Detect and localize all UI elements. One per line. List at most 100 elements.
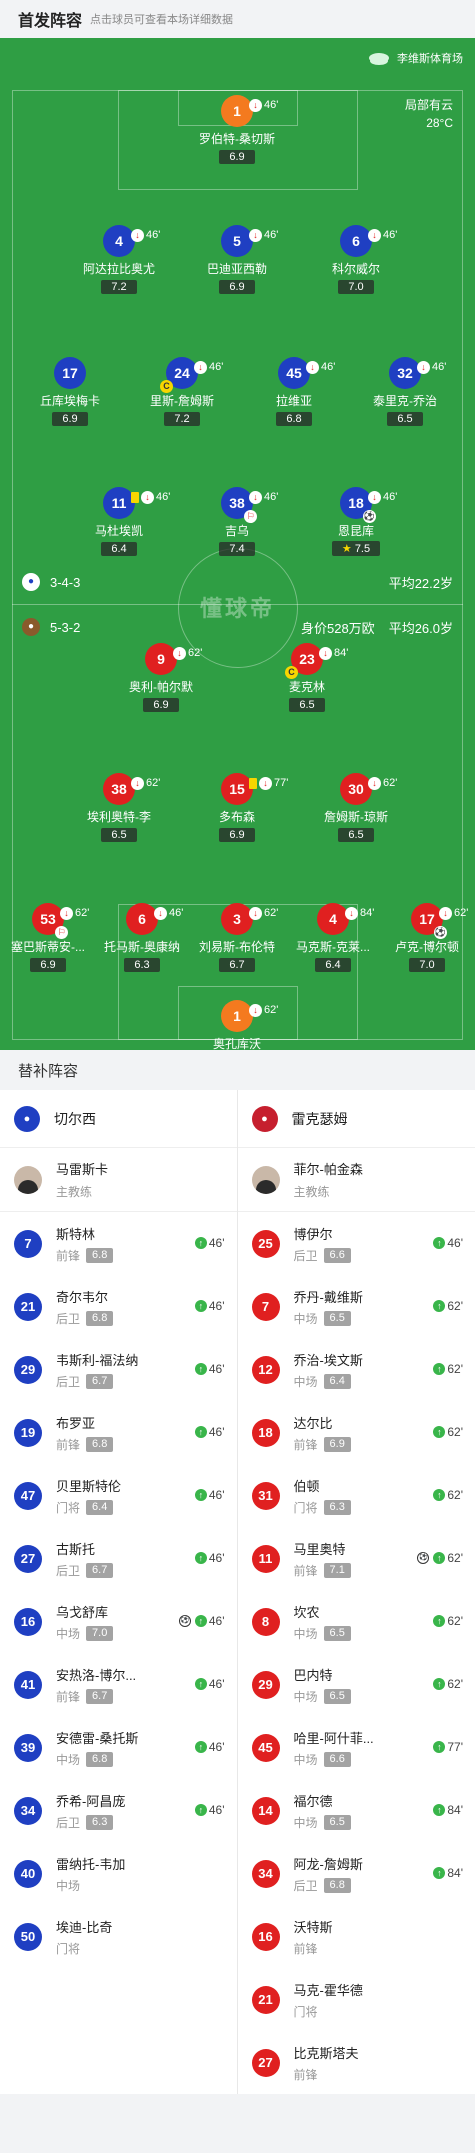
home-bench-player-2[interactable]: 21 奇尔韦尔 后卫 6.8 ↑ 46' [0, 1275, 237, 1338]
home-player-1[interactable]: 1 ↓ 46' 罗伯特-桑切斯 6.9 [182, 95, 292, 165]
home-player-2[interactable]: 4 ↓ 46' 阿达拉比奥尤 7.2 [64, 225, 174, 295]
sub-on-indicator: ↑ 46' [194, 1236, 225, 1250]
away-player-8[interactable]: 3 ↓ 62' 刘易斯-布伦特 6.7 [182, 903, 292, 973]
away-player-1[interactable]: 9 ↓ 62' 奥利-帕尔默 6.9 [106, 643, 216, 713]
away-player-2[interactable]: 23 ↓ 84' C 麦克林 6.5 [252, 643, 362, 713]
away-bench-player-10[interactable]: 14 福尔德 中场 6.5 ↑ 84' [238, 1779, 475, 1842]
home-bench-player-10[interactable]: 34 乔希-阿昌庞 后卫 6.3 ↑ 46' [0, 1779, 237, 1842]
bench-rating: 7.1 [323, 1562, 351, 1578]
jersey-number: 38 ↓ 46' ⚐ [221, 487, 278, 523]
bench-player-name: 布罗亚 [56, 1415, 96, 1431]
home-player-4[interactable]: 6 ↓ 46' 科尔威尔 7.0 [301, 225, 411, 295]
bench-player-name: 阿龙-詹姆斯 [293, 1856, 363, 1872]
player-rating: 7.4 [219, 542, 255, 556]
bench-position: 中场 [56, 1626, 81, 1641]
home-bench-player-3[interactable]: 29 韦斯利-福法纳 后卫 6.7 ↑ 46' [0, 1338, 237, 1401]
away-bench-player-9[interactable]: 45 哈里-阿什菲... 中场 6.6 ↑ 77' [238, 1716, 475, 1779]
sub-off-indicator: ↓ 46' [131, 219, 160, 251]
sub-off-indicator: ↓ 62' [439, 897, 468, 929]
bench-number: 18 [251, 1418, 280, 1447]
sub-off-indicator: ↓ 46' [194, 351, 223, 383]
home-player-9[interactable]: 11 ↓ 46' 马杜埃凯 6.4 [64, 487, 174, 557]
away-player-4[interactable]: 15 ↓ 77' 多布森 6.9 [182, 773, 292, 843]
jersey-number: 15 ↓ 77' [221, 773, 288, 805]
away-bench-player-14[interactable]: 27 比克斯塔夫 前锋 [238, 2031, 475, 2094]
away-bench-player-8[interactable]: 29 巴内特 中场 6.5 ↑ 62' [238, 1653, 475, 1716]
home-bench-player-7[interactable]: 16 乌戈舒库 中场 7.0 ⚽ ↑ 46' [0, 1590, 237, 1653]
away-player-5[interactable]: 30 ↓ 62' 詹姆斯-琼斯 6.5 [301, 773, 411, 843]
home-team-name: 切尔西 [54, 1110, 96, 1127]
jersey-number: 6 ↓ 46' [340, 225, 397, 257]
bench-rating: 7.0 [86, 1625, 114, 1641]
bench-number: 8 [251, 1607, 280, 1636]
home-bench-player-12[interactable]: 50 埃迪-比奇 门将 [0, 1905, 237, 1968]
player-name: 巴迪亚西勒 [206, 262, 267, 276]
away-team-row[interactable]: ● 雷克瑟姆 [237, 1090, 475, 1148]
home-player-10[interactable]: 38 ↓ 46' ⚐ 吉乌 7.4 [182, 487, 292, 557]
home-player-5[interactable]: 17 丘库埃梅卡 6.9 [15, 357, 125, 427]
home-bench-player-8[interactable]: 41 安热洛-博尔... 前锋 6.7 ↑ 46' [0, 1653, 237, 1716]
bench-number: 31 [251, 1481, 280, 1510]
bench-rating: 6.3 [323, 1499, 351, 1515]
bench-position: 中场 [293, 1815, 318, 1830]
sub-on-arrow-icon: ↑ [194, 1300, 207, 1312]
home-team-row[interactable]: ● 切尔西 [0, 1090, 237, 1148]
player-name: 刘易斯-布伦特 [199, 940, 275, 954]
sub-off-indicator: ↓ 46' [131, 481, 170, 513]
home-player-8[interactable]: 32 ↓ 46' 泰里克-乔治 6.5 [350, 357, 460, 427]
away-bench-player-11[interactable]: 34 阿龙-詹姆斯 后卫 6.8 ↑ 84' [238, 1842, 475, 1905]
player-rating-value: 7.2 [174, 413, 190, 425]
away-player-7[interactable]: 6 ↓ 46' 托马斯-奥康纳 6.3 [87, 903, 197, 973]
away-bench-player-7[interactable]: 8 坎农 中场 6.5 ↑ 62' [238, 1590, 475, 1653]
home-player-7[interactable]: 45 ↓ 46' 拉维亚 6.8 [239, 357, 349, 427]
jersey-number: 17 [54, 357, 86, 389]
substitution-icon: ↓ [249, 98, 262, 112]
sub-on-minute: 46' [208, 1488, 225, 1502]
home-player-3[interactable]: 5 ↓ 46' 巴迪亚西勒 6.9 [182, 225, 292, 295]
sub-on-indicator: ↑ 62' [433, 1677, 463, 1691]
sub-off-indicator: ↓ 46' [417, 351, 446, 383]
bench-rating: 6.5 [323, 1625, 351, 1641]
away-bench-player-13[interactable]: 21 马克-霍华德 门将 [238, 1968, 475, 2031]
away-bench-player-1[interactable]: 25 博伊尔 后卫 6.6 ↑ 46' [238, 1212, 475, 1275]
goal-ball-icon: ⚽ [178, 1615, 191, 1627]
away-bench-player-4[interactable]: 18 达尔比 前锋 6.9 ↑ 62' [238, 1401, 475, 1464]
home-bench-player-4[interactable]: 19 布罗亚 前锋 6.8 ↑ 46' [0, 1401, 237, 1464]
home-bench-player-9[interactable]: 39 安德雷-桑托斯 中场 6.8 ↑ 46' [0, 1716, 237, 1779]
bench-player-name: 贝里斯特伦 [56, 1478, 122, 1494]
home-player-11[interactable]: 18 ↓ 46' ⚽ 恩昆库 ★ 7.5 [301, 487, 411, 557]
away-player-3[interactable]: 38 ↓ 62' 埃利奥特-李 6.5 [64, 773, 174, 843]
away-player-11[interactable]: 1↓62'奥孔库沃6.4 [182, 1000, 292, 1050]
home-formation-label: 3-4-3 [50, 574, 81, 590]
home-bench-player-6[interactable]: 27 古斯托 后卫 6.7 ↑ 46' [0, 1527, 237, 1590]
away-bench-player-6[interactable]: 11 马里奥特 前锋 7.1 ⚽ ↑ 62' [238, 1527, 475, 1590]
bench-number: 34 [251, 1859, 280, 1888]
bench: ● 切尔西 马雷斯卡 主教练 7 斯特林 前锋 6.8 ↑ 46' 21 奇尔韦尔 后卫 6.8 ↑… [0, 1090, 475, 2094]
home-coach[interactable]: 马雷斯卡 主教练 [0, 1148, 237, 1212]
sub-on-indicator: ↑ 84' [433, 1866, 463, 1880]
weather: 局部有云 28°C [405, 96, 453, 132]
away-bench-player-3[interactable]: 12 乔治-埃文斯 中场 6.4 ↑ 62' [238, 1338, 475, 1401]
home-bench-player-11[interactable]: 40 雷纳托-韦加 中场 [0, 1842, 237, 1905]
away-bench-player-2[interactable]: 7 乔丹-戴维斯 中场 6.5 ↑ 62' [238, 1275, 475, 1338]
bench-number: 19 [14, 1418, 42, 1447]
home-bench-player-5[interactable]: 47 贝里斯特伦 门将 6.4 ↑ 46' [0, 1464, 237, 1527]
sub-minute: 46' [321, 361, 336, 373]
avatar [14, 1165, 42, 1194]
home-player-6[interactable]: 24 ↓ 46' C 里斯-詹姆斯 7.2 [127, 357, 237, 427]
sub-minute: 62' [264, 1004, 279, 1016]
sub-off-indicator: ↓ 77' [249, 767, 288, 799]
player-name: 丘库埃梅卡 [39, 394, 100, 408]
bench-player-name: 哈里-阿什菲... [293, 1730, 374, 1746]
away-bench-player-5[interactable]: 31 伯顿 门将 6.3 ↑ 62' [238, 1464, 475, 1527]
sub-on-arrow-icon: ↑ [194, 1741, 207, 1753]
sub-off-indicator: ↓ 62' [173, 637, 202, 669]
away-player-10[interactable]: 17 ↓ 62' ⚽ 卢克-博尔顿 7.0 [372, 903, 475, 973]
substitution-icon: ↓ [249, 1003, 262, 1017]
bench-position: 中场 [56, 1878, 81, 1893]
away-bench-player-12[interactable]: 16 沃特斯 前锋 [238, 1905, 475, 1968]
bench-position: 中场 [56, 1752, 81, 1767]
away-coach[interactable]: 菲尔-帕金森 主教练 [237, 1148, 475, 1212]
home-bench-player-1[interactable]: 7 斯特林 前锋 6.8 ↑ 46' [0, 1212, 237, 1275]
bench-position: 后卫 [56, 1374, 81, 1389]
